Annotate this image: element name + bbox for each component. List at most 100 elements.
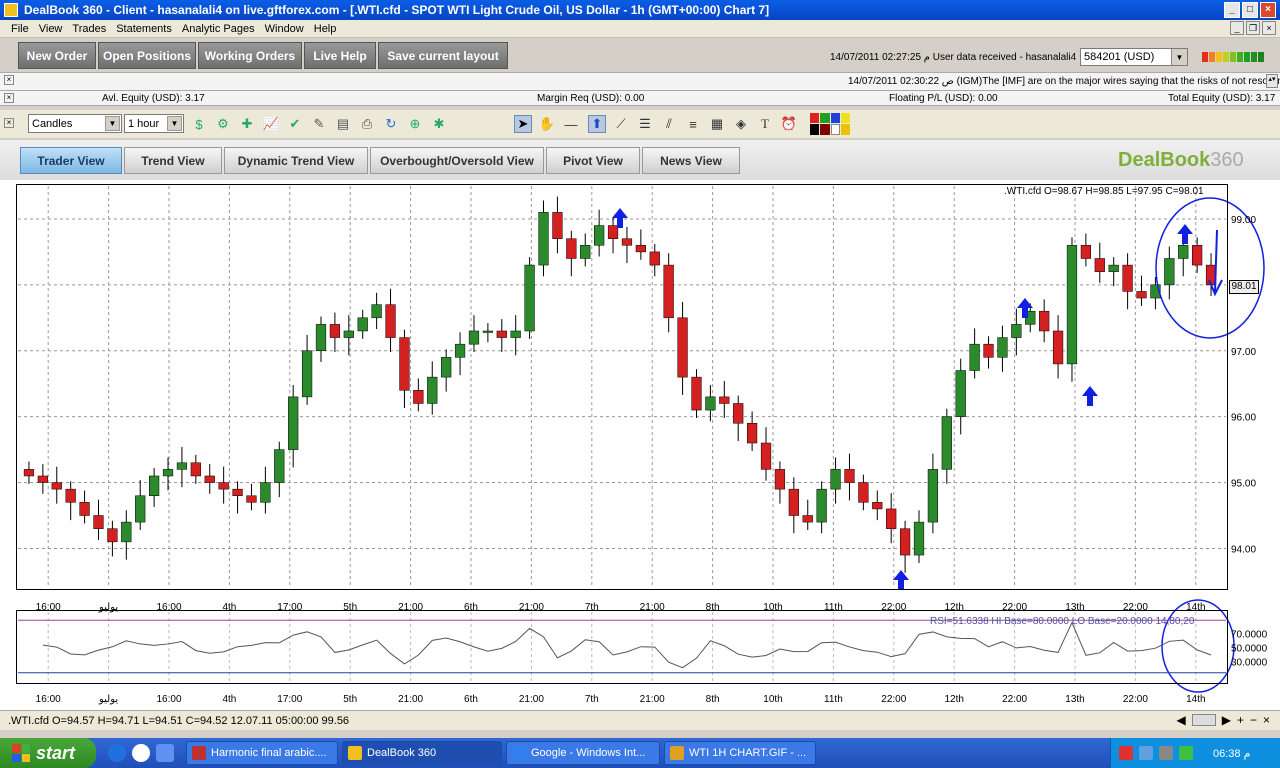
task-harmonic[interactable]: Harmonic final arabic.... <box>186 741 338 765</box>
menu-statements[interactable]: Statements <box>111 23 177 35</box>
tab-news-view[interactable]: News View <box>642 147 740 174</box>
color-swatch[interactable] <box>810 113 820 123</box>
start-button[interactable]: start <box>0 738 96 768</box>
y-tick-label: 95.00 <box>1231 479 1256 490</box>
arrow-up-icon[interactable]: ⬆ <box>588 115 606 133</box>
hand-icon[interactable]: ✋ <box>538 115 556 133</box>
document-icon[interactable]: ▤ <box>334 115 352 133</box>
menu-help[interactable]: Help <box>309 23 342 35</box>
tab-trend-view[interactable]: Trend View <box>124 147 222 174</box>
account-select[interactable]: 584201 (USD) ▼ <box>1080 48 1188 66</box>
close-icon[interactable]: × <box>4 75 14 85</box>
ie-icon[interactable] <box>108 744 126 762</box>
x-tick-label: 11th <box>824 694 843 705</box>
print-icon[interactable]: ⎙ <box>358 115 376 133</box>
title-bar: DealBook 360 - Client - hasanalali4 on l… <box>0 0 1280 20</box>
chevron-down-icon: ▼ <box>105 116 120 131</box>
save-layout-button[interactable]: Save current layout <box>378 42 508 69</box>
shape-icon[interactable]: ◈ <box>732 115 750 133</box>
scroll-arrows-icon[interactable]: ▴▾ <box>1266 74 1278 88</box>
tab-dynamic-trend-view[interactable]: Dynamic Trend View <box>224 147 368 174</box>
mdi-restore-button[interactable]: ❐ <box>1246 21 1260 35</box>
maximize-button[interactable]: □ <box>1242 2 1258 18</box>
symbol-icon[interactable]: $ <box>190 115 208 133</box>
open-positions-button[interactable]: Open Positions <box>98 42 196 69</box>
close-button[interactable]: × <box>1260 2 1276 18</box>
color-swatch[interactable] <box>830 123 840 135</box>
menu-analytic-pages[interactable]: Analytic Pages <box>177 23 260 35</box>
fan-icon[interactable]: ⫽ <box>660 115 678 133</box>
chart-line-icon[interactable]: 📈 <box>262 115 280 133</box>
settings-icon[interactable]: ✱ <box>430 115 448 133</box>
mdi-minimize-button[interactable]: _ <box>1230 21 1244 35</box>
check-icon[interactable]: ✔ <box>286 115 304 133</box>
menu-trades[interactable]: Trades <box>67 23 111 35</box>
app-icon <box>4 3 18 17</box>
task-google[interactable]: Google - Windows Int... <box>506 741 660 765</box>
tab-overbought-oversold-view[interactable]: Overbought/Oversold View <box>370 147 544 174</box>
color-swatch[interactable] <box>810 123 820 135</box>
x-tick-label: 10th <box>763 694 782 705</box>
news-ticker: × 14/07/2011 02:30:22 ﺹ (IGM)The [IMF] a… <box>0 72 1280 90</box>
color-swatch[interactable] <box>830 113 840 123</box>
chevron-right-icon[interactable]: ▶ <box>1222 713 1231 727</box>
tab-trader-view[interactable]: Trader View <box>20 147 122 174</box>
chart-toolbar: × Candles ▼ 1 hour ▼ $ ⚙ ✚ 📈 ✔ ✎ ▤ ⎙ ↻ ⊕… <box>0 110 1280 138</box>
news-text[interactable]: 14/07/2011 02:30:22 ﺹ (IGM)The [IMF] are… <box>848 76 1280 87</box>
close-icon[interactable]: × <box>1263 713 1270 727</box>
timeframe-select[interactable]: 1 hour ▼ <box>124 114 184 133</box>
close-icon[interactable]: × <box>4 93 14 103</box>
add-chart-icon[interactable]: ✚ <box>238 115 256 133</box>
printer-icon[interactable] <box>1159 746 1173 760</box>
security-icon[interactable] <box>1119 746 1133 760</box>
x-tick-label: 22:00 <box>1123 694 1148 705</box>
chart-scrollbar[interactable] <box>1191 714 1216 726</box>
menu-view[interactable]: View <box>34 23 68 35</box>
text-tool-icon[interactable]: T <box>756 115 774 133</box>
x-tick-label: 6th <box>464 694 478 705</box>
channel-icon[interactable]: ≡ <box>684 115 702 133</box>
margin-req: Margin Req (USD): 0.00 <box>537 93 645 104</box>
tab-pivot-view[interactable]: Pivot View <box>546 147 640 174</box>
desktop-icon[interactable] <box>156 744 174 762</box>
calculator-icon[interactable]: ▦ <box>708 115 726 133</box>
line-icon[interactable]: — <box>562 115 580 133</box>
x-tick-label: 17:00 <box>277 694 302 705</box>
indicator-icon[interactable]: ⚙ <box>214 115 232 133</box>
cursor-icon[interactable]: ➤ <box>514 115 532 133</box>
fibonacci-icon[interactable]: ☰ <box>636 115 654 133</box>
minimize-button[interactable]: _ <box>1224 2 1240 18</box>
chart-area[interactable]: 99.0098.0097.0096.0095.0094.0016:0016:00… <box>0 180 1280 710</box>
refresh-icon[interactable]: ↻ <box>382 115 400 133</box>
rsi-readout: RSI=51.6338 HI Base=80.0000 LO Base=20.0… <box>930 616 1195 627</box>
volume-icon[interactable] <box>1179 746 1193 760</box>
color-swatch[interactable] <box>820 113 830 123</box>
color-swatch[interactable] <box>840 113 850 123</box>
new-order-button[interactable]: New Order <box>18 42 96 69</box>
chevron-left-icon[interactable]: ◀ <box>1176 713 1185 727</box>
x-tick-label: 21:00 <box>519 694 544 705</box>
x-tick-label: 21:00 <box>398 694 423 705</box>
edit-icon[interactable]: ✎ <box>310 115 328 133</box>
task-wti-chart[interactable]: WTI 1H CHART.GIF - ... <box>664 741 816 765</box>
mdi-close-button[interactable]: × <box>1262 21 1276 35</box>
live-help-button[interactable]: Live Help <box>304 42 376 69</box>
color-swatch[interactable] <box>840 123 850 135</box>
color-palette[interactable] <box>810 113 850 135</box>
menu-file[interactable]: File <box>6 23 34 35</box>
pencil-icon[interactable]: ⟋ <box>612 115 630 133</box>
task-dealbook[interactable]: DealBook 360 <box>342 741 502 765</box>
working-orders-button[interactable]: Working Orders <box>198 42 302 69</box>
zoom-in-icon[interactable]: + <box>1237 713 1244 727</box>
zoom-out-icon[interactable]: − <box>1250 713 1257 727</box>
menu-window[interactable]: Window <box>260 23 309 35</box>
x-tick-label: 22:00 <box>1002 694 1027 705</box>
x-tick-label: 22:00 <box>881 694 906 705</box>
color-swatch[interactable] <box>820 123 830 135</box>
media-player-icon[interactable] <box>132 744 150 762</box>
alarm-icon[interactable]: ⏰ <box>780 115 798 133</box>
chart-type-select[interactable]: Candles ▼ <box>28 114 122 133</box>
zoom-icon[interactable]: ⊕ <box>406 115 424 133</box>
network-icon[interactable] <box>1139 746 1153 760</box>
close-icon[interactable]: × <box>4 118 14 128</box>
